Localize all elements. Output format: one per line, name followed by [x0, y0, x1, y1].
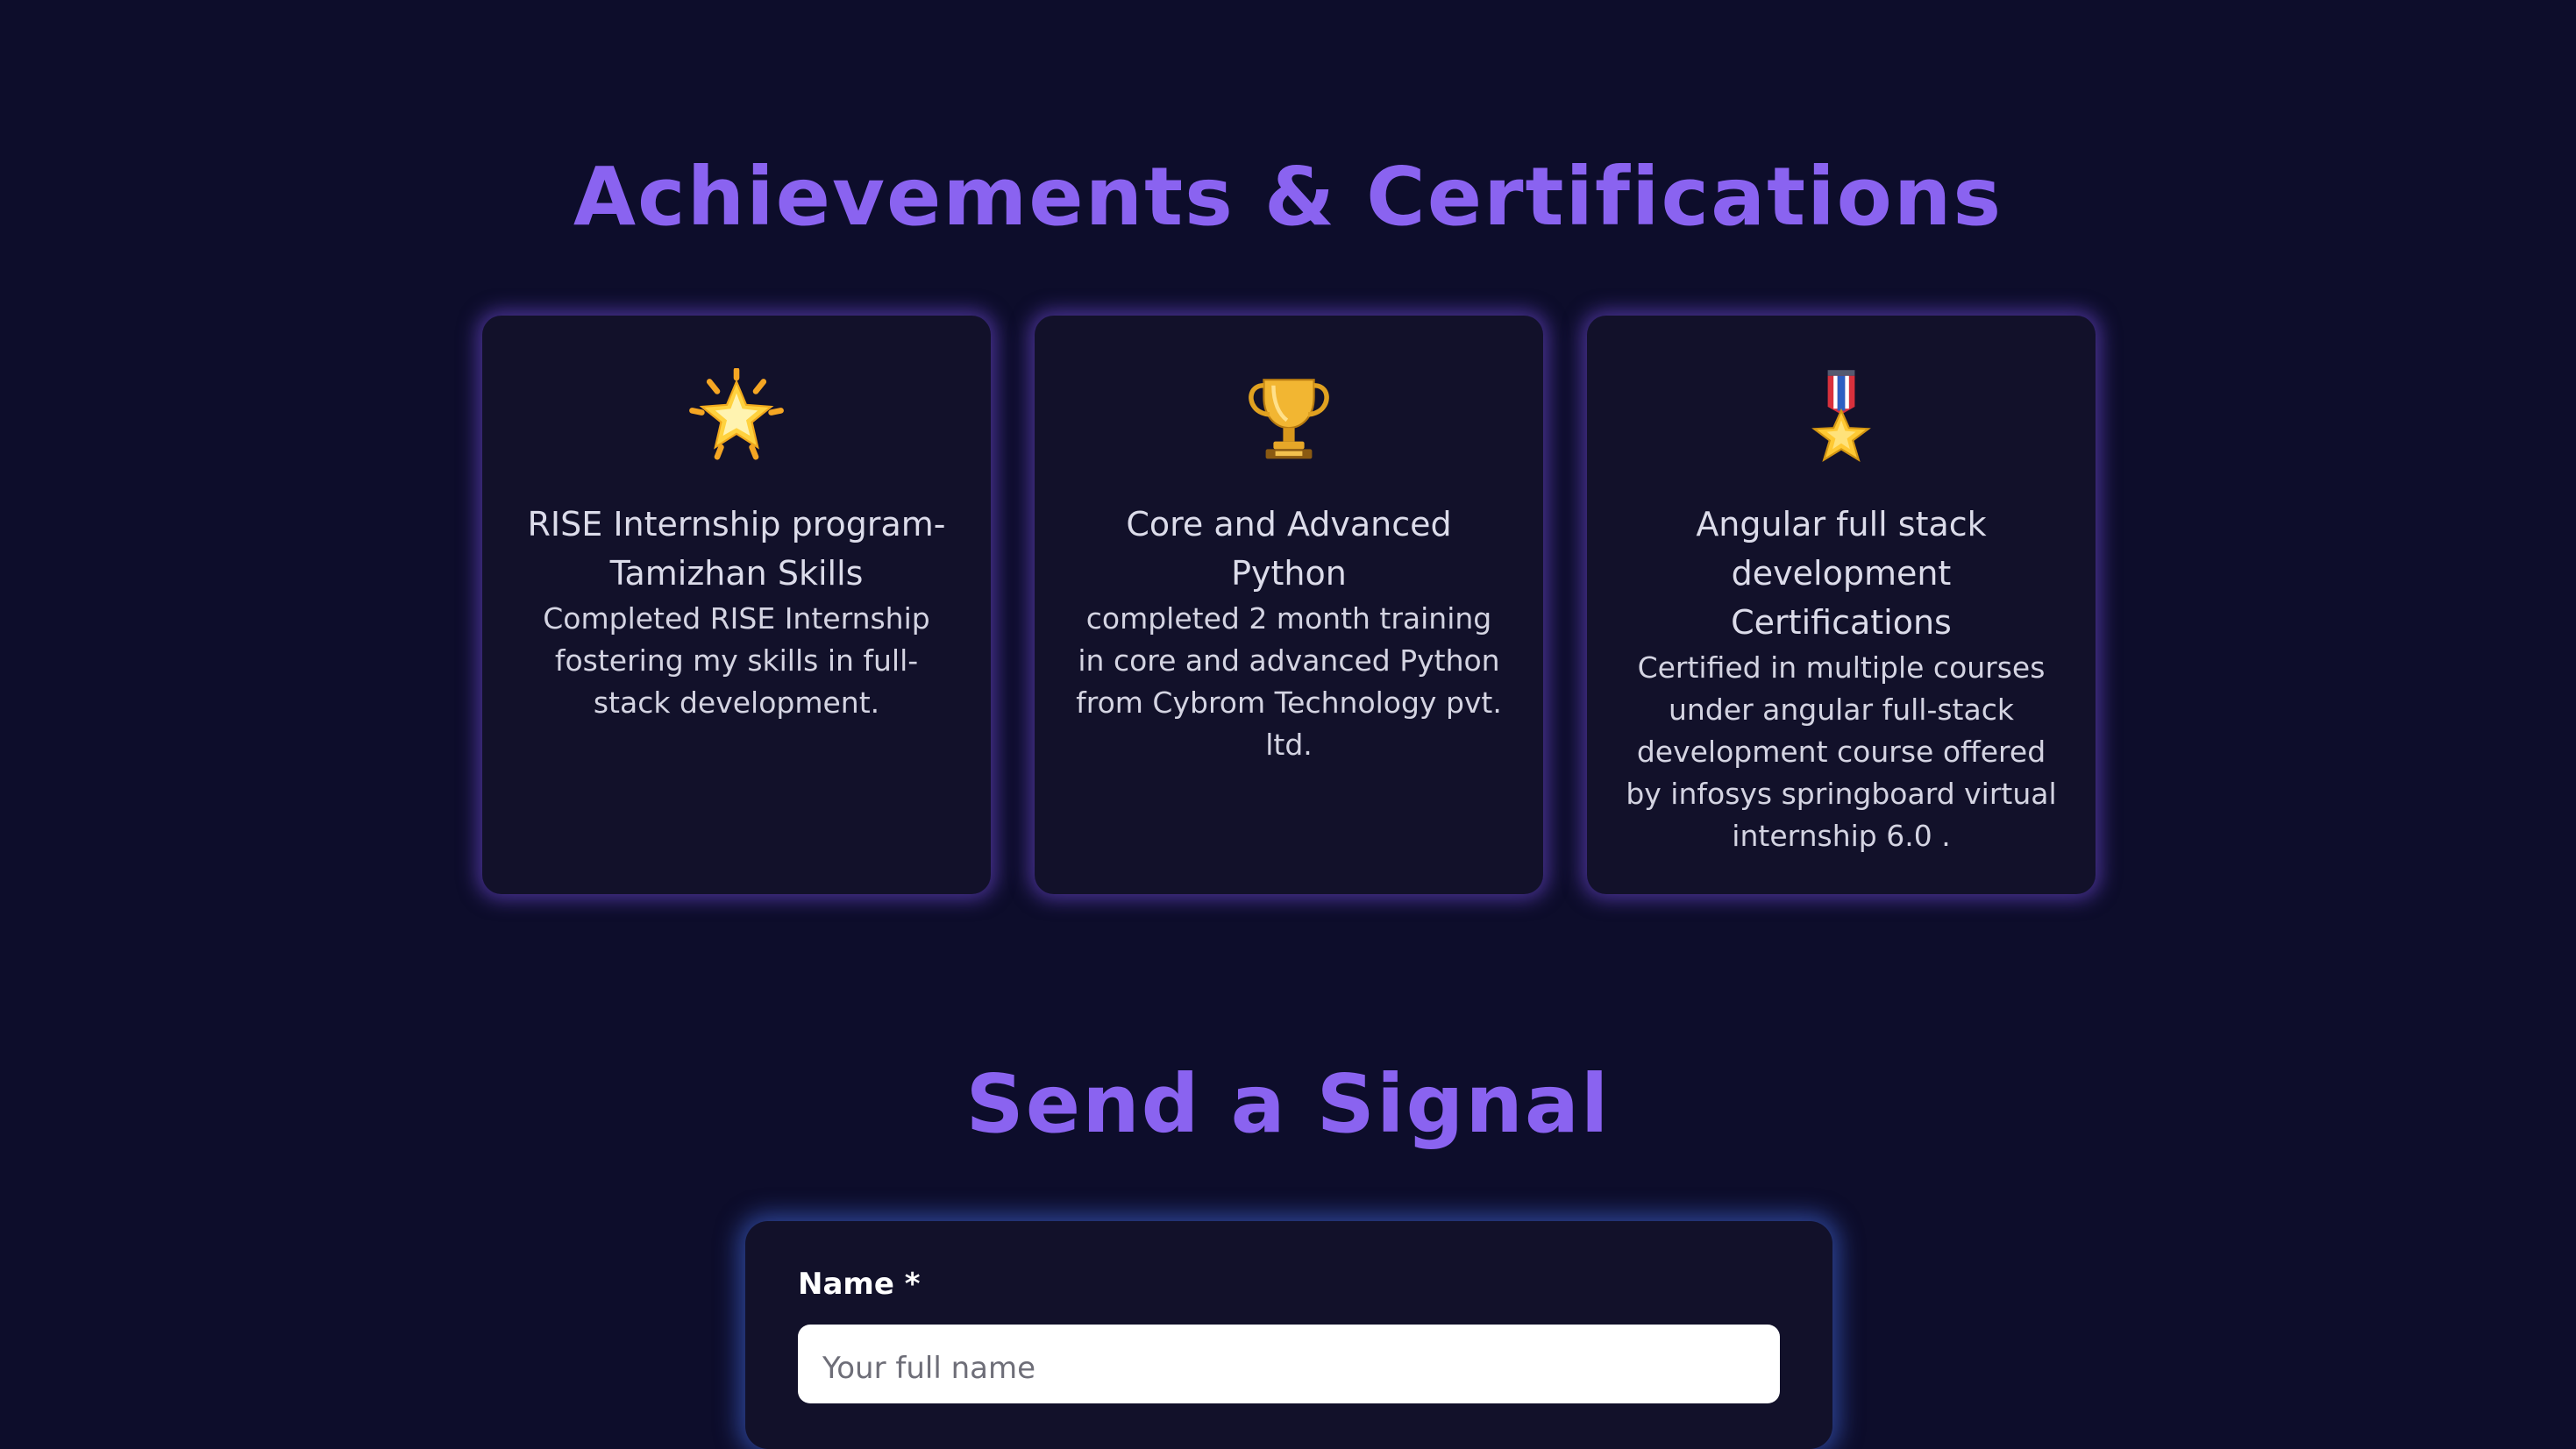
- contact-heading: Send a Signal: [965, 1057, 1611, 1151]
- achievement-card-rise: RISE Internship program- Tamizhan Skills…: [482, 316, 991, 894]
- achievement-description: Certified in multiple courses under angu…: [1626, 650, 2057, 853]
- achievement-title: Core and Advanced Python: [1126, 505, 1452, 593]
- name-label: Name *: [798, 1267, 921, 1302]
- achievement-description: completed 2 month training in core and a…: [1076, 601, 1502, 762]
- achievement-cards: RISE Internship program- Tamizhan Skills…: [482, 316, 2096, 894]
- achievement-title: RISE Internship program- Tamizhan Skills: [527, 505, 946, 593]
- achievement-card-python: Core and Advanced Python completed 2 mon…: [1035, 316, 1543, 894]
- military-medal-icon: [1626, 368, 2057, 465]
- glowing-star-icon: [521, 366, 952, 465]
- achievement-description: Completed RISE Internship fostering my s…: [543, 601, 930, 720]
- achievement-title: Angular full stack development Certifica…: [1696, 505, 1987, 642]
- trophy-icon: [1073, 368, 1505, 465]
- contact-form: Name *: [745, 1221, 1832, 1449]
- achievements-heading: Achievements & Certifications: [573, 150, 2003, 244]
- name-input[interactable]: [798, 1325, 1780, 1403]
- achievement-card-angular: Angular full stack development Certifica…: [1587, 316, 2096, 894]
